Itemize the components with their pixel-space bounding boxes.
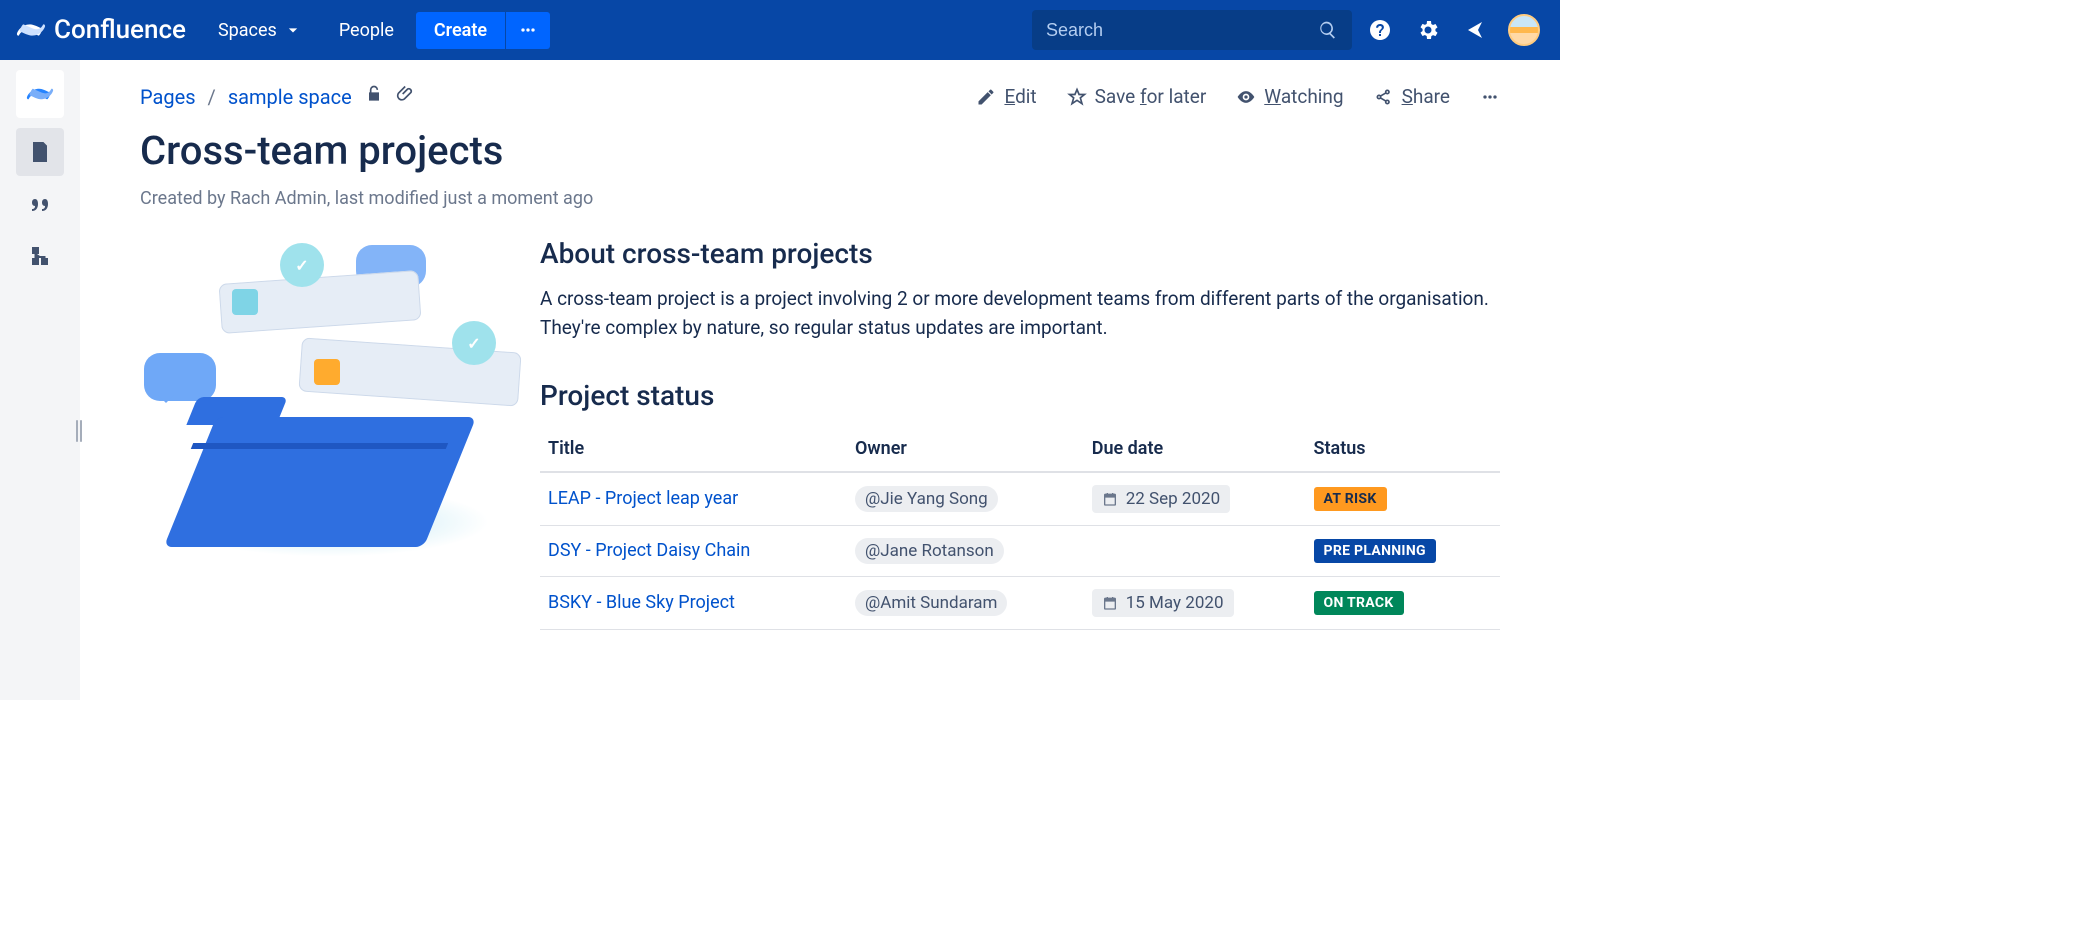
breadcrumb: Pages / sample space xyxy=(140,84,416,109)
col-title: Title xyxy=(540,426,847,472)
hero-illustration: ✓ ✓ xyxy=(140,237,500,537)
gear-icon xyxy=(1416,18,1440,42)
status-badge: AT RISK xyxy=(1314,487,1387,511)
sidebar-pages[interactable] xyxy=(16,128,64,176)
confluence-mark-icon xyxy=(26,80,54,108)
page-actions: Edit Save for later Watching Share xyxy=(976,85,1500,108)
sidebar xyxy=(0,60,80,700)
search-box[interactable] xyxy=(1032,10,1352,50)
top-nav: Confluence Spaces People Create xyxy=(0,0,1560,60)
breadcrumb-space[interactable]: sample space xyxy=(228,85,352,109)
sidebar-resize-handle[interactable] xyxy=(76,420,84,442)
unlock-icon xyxy=(364,84,384,104)
watching-button[interactable]: Watching xyxy=(1236,85,1343,108)
share-button[interactable]: Share xyxy=(1374,85,1450,108)
eye-icon xyxy=(1236,87,1256,107)
sidebar-tree[interactable] xyxy=(16,232,64,280)
owner-mention[interactable]: @Amit Sundaram xyxy=(855,590,1007,616)
save-for-later-button[interactable]: Save for later xyxy=(1067,85,1207,108)
due-date-chip[interactable]: 15 May 2020 xyxy=(1092,589,1234,617)
table-row: BSKY - Blue Sky Project @Amit Sundaram 15 … xyxy=(540,576,1500,629)
nav-spaces[interactable]: Spaces xyxy=(204,12,317,49)
nav-people[interactable]: People xyxy=(325,12,408,49)
profile-button[interactable] xyxy=(1504,10,1544,50)
attachment-icon xyxy=(396,84,416,104)
col-due: Due date xyxy=(1084,426,1306,472)
edit-button[interactable]: Edit xyxy=(976,85,1036,108)
col-owner: Owner xyxy=(847,426,1084,472)
settings-button[interactable] xyxy=(1408,10,1448,50)
share-icon xyxy=(1374,87,1394,107)
table-row: LEAP - Project leap year @Jie Yang Song 22… xyxy=(540,472,1500,526)
help-button[interactable] xyxy=(1360,10,1400,50)
page-title: Cross-team projects xyxy=(140,127,1500,174)
status-badge: ON TRACK xyxy=(1314,591,1404,615)
avatar-icon xyxy=(1508,14,1540,46)
project-status-table: Title Owner Due date Status LEAP - Proje… xyxy=(540,426,1500,630)
tree-icon xyxy=(28,244,52,268)
status-badge: PRE PLANNING xyxy=(1314,539,1436,563)
chevron-down-icon xyxy=(283,20,303,40)
breadcrumb-pages[interactable]: Pages xyxy=(140,85,196,109)
more-actions-button[interactable] xyxy=(1480,87,1500,107)
confluence-logo-icon xyxy=(16,15,46,45)
calendar-icon xyxy=(1102,491,1118,507)
sidebar-space-home[interactable] xyxy=(16,70,64,118)
star-icon xyxy=(1067,87,1087,107)
brand[interactable]: Confluence xyxy=(16,15,196,45)
search-input[interactable] xyxy=(1046,20,1318,41)
due-date-chip[interactable]: 22 Sep 2020 xyxy=(1092,485,1230,513)
create-button-label: Create xyxy=(434,20,487,41)
owner-mention[interactable]: @Jie Yang Song xyxy=(855,486,998,512)
ellipsis-icon xyxy=(1480,87,1500,107)
restrictions-button[interactable] xyxy=(364,84,384,109)
project-title-link[interactable]: BSKY - Blue Sky Project xyxy=(548,592,735,613)
table-row: DSY - Project Daisy Chain @Jane Rotanson P… xyxy=(540,525,1500,576)
attachments-button[interactable] xyxy=(396,84,416,109)
create-button[interactable]: Create xyxy=(416,12,505,49)
notifications-button[interactable] xyxy=(1456,10,1496,50)
ellipsis-icon xyxy=(518,20,538,40)
about-text: A cross-team project is a project involv… xyxy=(540,284,1500,343)
project-title-link[interactable]: DSY - Project Daisy Chain xyxy=(548,540,750,561)
sidebar-blog[interactable] xyxy=(16,180,64,228)
owner-mention[interactable]: @Jane Rotanson xyxy=(855,538,1004,564)
create-more-button[interactable] xyxy=(506,12,550,49)
page-icon xyxy=(28,140,52,164)
brand-label: Confluence xyxy=(54,15,186,45)
calendar-icon xyxy=(1102,595,1118,611)
about-heading: About cross-team projects xyxy=(540,237,1500,270)
page-byline: Created by Rach Admin, last modified jus… xyxy=(140,188,1500,209)
project-title-link[interactable]: LEAP - Project leap year xyxy=(548,488,738,509)
help-icon xyxy=(1368,18,1392,42)
quote-icon xyxy=(28,192,52,216)
col-status: Status xyxy=(1306,426,1501,472)
project-status-heading: Project status xyxy=(540,379,1500,412)
breadcrumb-sep: / xyxy=(208,85,216,109)
search-icon xyxy=(1318,20,1338,40)
nav-people-label: People xyxy=(339,20,394,41)
nav-spaces-label: Spaces xyxy=(218,20,277,41)
pencil-icon xyxy=(976,87,996,107)
page-content: Pages / sample space Edit Save for later xyxy=(80,60,1560,700)
notification-icon xyxy=(1464,18,1488,42)
